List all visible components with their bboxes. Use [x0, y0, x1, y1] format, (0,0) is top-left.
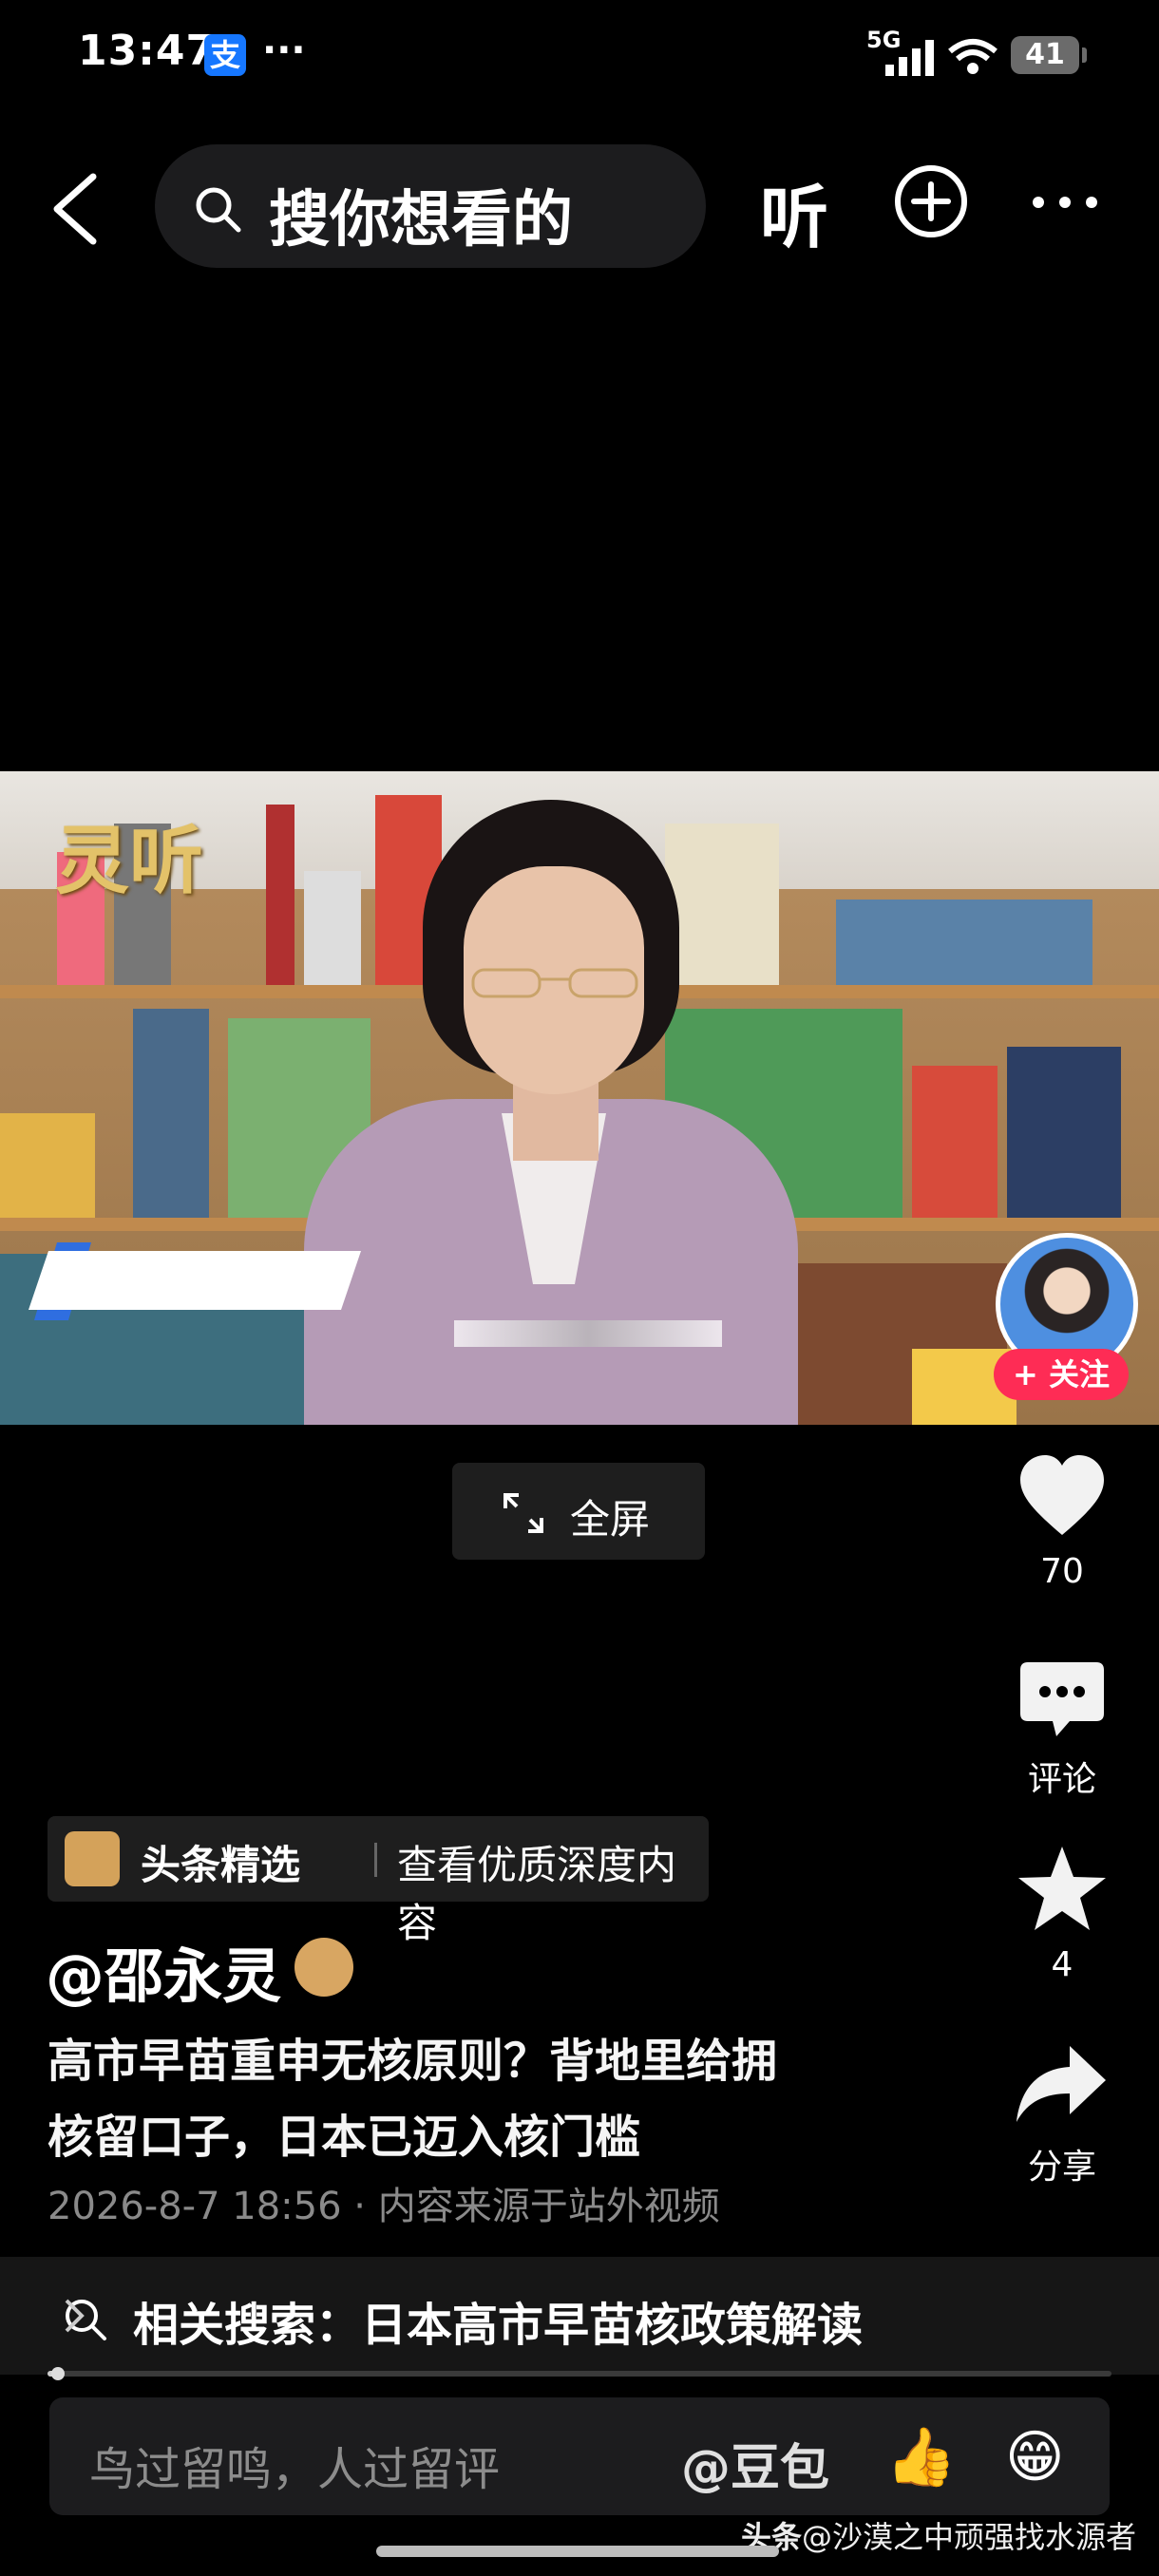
- toutiao-selection-badge[interactable]: 头条精选 查看优质深度内容: [48, 1816, 709, 1946]
- share-icon: [1016, 2046, 1106, 2122]
- home-indicator[interactable]: [376, 2546, 779, 2557]
- alipay-icon: 支: [204, 34, 246, 76]
- thumbs-up-emoji-icon[interactable]: 👍: [885, 2424, 957, 2491]
- more-icon[interactable]: [1031, 195, 1099, 210]
- badge-subtitle: 查看优质深度内容: [397, 1842, 677, 1946]
- like-button[interactable]: 70: [996, 1453, 1129, 1591]
- favorite-button[interactable]: 4: [996, 1845, 1129, 1984]
- search-bar[interactable]: 搜你想看的: [155, 144, 706, 268]
- favorite-count: 4: [1051, 1945, 1074, 1984]
- post-meta: 2026-8-7 18:56 · 内容来源于站外视频: [48, 2185, 720, 2228]
- badge-title: 头条精选: [141, 1842, 301, 1888]
- share-button[interactable]: 分享: [996, 2042, 1129, 2188]
- post-title-line: 高市早苗重申无核原则？背地里给拥: [48, 2035, 778, 2088]
- book: [304, 871, 361, 985]
- star-icon: [1018, 1847, 1106, 1930]
- comment-input[interactable]: 鸟过留鸣，人过留评 @豆包 👍 😁: [49, 2397, 1110, 2515]
- share-label: 分享: [1027, 2148, 1096, 2187]
- comment-button[interactable]: 评论: [996, 1660, 1129, 1801]
- wifi-icon: [948, 39, 998, 74]
- battery-indicator: 41: [1011, 36, 1087, 74]
- status-more-icon: ···: [262, 28, 306, 72]
- fullscreen-button[interactable]: 全屏: [452, 1463, 705, 1560]
- back-icon[interactable]: [48, 171, 104, 247]
- search-placeholder: 搜你想看的: [269, 185, 573, 256]
- toutiao-logo-icon: [65, 1831, 120, 1886]
- book: [836, 900, 1092, 985]
- book: [665, 824, 779, 985]
- post-title-line: 核留口子，日本已迈入核门槛: [48, 2111, 641, 2164]
- subtitle-bar: [454, 1320, 722, 1347]
- lower-third-banner: [28, 1251, 361, 1310]
- book: [1007, 1047, 1121, 1218]
- book: [133, 1009, 209, 1218]
- like-count: 70: [1040, 1552, 1084, 1591]
- grin-emoji-icon[interactable]: 😁: [1005, 2424, 1065, 2491]
- listen-button[interactable]: 听: [760, 161, 828, 261]
- book: [912, 1066, 998, 1218]
- comment-placeholder: 鸟过留鸣，人过留评: [89, 2443, 501, 2496]
- comment-label: 评论: [1027, 1760, 1096, 1799]
- video-player[interactable]: 灵听: [0, 771, 1159, 1425]
- chevron-right-icon: [65, 2299, 85, 2333]
- heart-icon: [1020, 1455, 1104, 1535]
- glasses-icon: [471, 968, 638, 998]
- related-search-bar[interactable]: 相关搜索：日本高市早苗核政策解读: [0, 2257, 1159, 2375]
- status-time: 13:47: [78, 27, 217, 75]
- badge-divider: [374, 1843, 377, 1877]
- author-name[interactable]: @邵永灵: [46, 1928, 281, 2014]
- progress-handle[interactable]: [51, 2367, 66, 2380]
- verified-icon: [294, 1938, 353, 1997]
- watermark: 头条@沙漠之中顽强找水源者: [741, 2513, 1136, 2557]
- mention-doubao-button[interactable]: @豆包: [681, 2428, 829, 2499]
- book: [266, 805, 294, 985]
- book: [0, 1113, 95, 1218]
- comment-icon: [1020, 1662, 1104, 1736]
- search-icon: [196, 187, 241, 233]
- signal-icon: [885, 40, 934, 76]
- expand-icon: [504, 1493, 543, 1533]
- follow-button[interactable]: + 关注: [994, 1349, 1129, 1400]
- playback-progress[interactable]: [48, 2367, 1112, 2380]
- add-circle-icon[interactable]: [893, 163, 969, 239]
- related-search-text: 相关搜索：日本高市早苗核政策解读: [133, 2299, 864, 2352]
- fullscreen-label: 全屏: [570, 1496, 651, 1543]
- watermark-handle: @沙漠之中顽强找水源者: [802, 2519, 1137, 2555]
- channel-logo: 灵听: [55, 818, 204, 904]
